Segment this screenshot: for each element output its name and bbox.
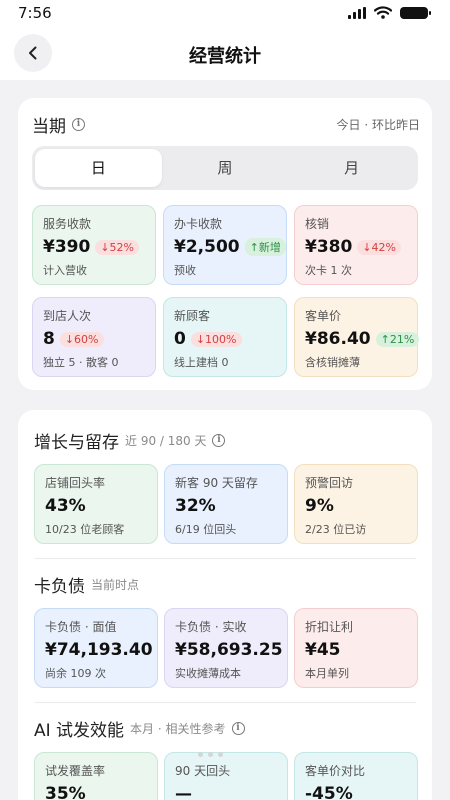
tab-week[interactable]: 周: [162, 149, 289, 187]
tile-return-rate[interactable]: 店铺回头率 43% 10/23 位老顾客: [34, 464, 158, 544]
tile-label: 预警回访: [305, 476, 354, 490]
current-section-header: 当期 i: [32, 112, 85, 137]
ai-section-sub: 本月 · 相关性参考: [130, 722, 226, 736]
tile-label: 试发覆盖率: [45, 764, 106, 778]
tile-new-retention[interactable]: 新客 90 天留存 32% 6/19 位回头: [164, 464, 288, 544]
info-icon[interactable]: i: [231, 722, 245, 735]
tile-note: 6/19 位回头: [175, 523, 237, 536]
signal-icon: [348, 6, 366, 19]
tile-value: —: [175, 784, 192, 800]
wifi-icon: [374, 6, 392, 19]
trend-badge: ↓42%: [357, 239, 401, 255]
trend-badge: ↑新增: [244, 238, 286, 256]
tile-label: 新客 90 天留存: [175, 476, 258, 490]
tile-label: 客单价对比: [305, 764, 366, 778]
debt-section-sub: 当前时点: [91, 578, 140, 592]
trend-badge: ↓100%: [190, 331, 242, 347]
scroll-indicator: [198, 752, 223, 757]
tile-value: ¥45: [305, 640, 341, 660]
tile-note: 本月单列: [305, 667, 349, 680]
tab-day[interactable]: 日: [35, 149, 162, 187]
tile-visits[interactable]: 到店人次 8 ↓60% 独立 5 · 散客 0: [32, 297, 156, 377]
tile-note: 实收摊薄成本: [175, 667, 241, 680]
battery-icon: [400, 6, 431, 19]
tile-note: 10/23 位老顾客: [45, 523, 125, 536]
tile-label: 服务收款: [43, 217, 92, 231]
tile-ai-coverage[interactable]: 试发覆盖率 35%: [34, 752, 158, 800]
tile-label: 新顾客: [174, 309, 211, 323]
ai-section-header: AI 试发效能 本月 · 相关性参考 i: [34, 716, 245, 741]
divider: [34, 702, 416, 703]
current-period-card: 当期 i 今日 · 环比昨日 日 周 月 服务收款 ¥390 ↓52% 计入营收 …: [18, 98, 432, 390]
tile-value: 43%: [45, 496, 86, 516]
tile-service-revenue[interactable]: 服务收款 ¥390 ↓52% 计入营收: [32, 205, 156, 285]
tile-redemption[interactable]: 核销 ¥380 ↓42% 次卡 1 次: [294, 205, 418, 285]
tile-discount[interactable]: 折扣让利 ¥45 本月单列: [294, 608, 418, 688]
tile-note: 尚余 109 次: [45, 667, 106, 680]
growth-section-header: 增长与留存 近 90 / 180 天 i: [34, 428, 226, 453]
tile-note: 线上建档 0: [174, 356, 229, 369]
tile-value: ¥390: [43, 237, 91, 257]
nav-bar: 经营统计: [0, 26, 450, 80]
tile-label: 卡负债 · 实收: [175, 620, 247, 634]
tile-value: ¥58,693.25: [175, 640, 283, 660]
debt-section-header: 卡负债 当前时点: [34, 572, 139, 597]
info-icon[interactable]: i: [72, 118, 85, 131]
tile-note: 计入营收: [43, 264, 87, 277]
tile-note: 含核销摊薄: [305, 356, 360, 369]
tile-value: -45%: [305, 784, 353, 800]
tile-value: ¥86.40: [305, 329, 371, 349]
status-bar: 7:56: [0, 0, 450, 26]
tile-value: ¥380: [305, 237, 353, 257]
tile-value: ¥74,193.40: [45, 640, 153, 660]
page-title: 经营统计: [189, 46, 261, 67]
divider: [34, 558, 416, 559]
tile-value: ¥2,500: [174, 237, 240, 257]
debt-section-title: 卡负债: [34, 577, 85, 597]
tile-value: 8: [43, 329, 55, 349]
tile-value: 32%: [175, 496, 216, 516]
tile-value: 0: [174, 329, 186, 349]
tile-debt-face[interactable]: 卡负债 · 面值 ¥74,193.40 尚余 109 次: [34, 608, 158, 688]
insights-card: 增长与留存 近 90 / 180 天 i 店铺回头率 43% 10/23 位老顾…: [18, 410, 432, 800]
status-icons: [348, 6, 431, 19]
tile-value: 35%: [45, 784, 86, 800]
tile-debt-paid[interactable]: 卡负债 · 实收 ¥58,693.25 实收摊薄成本: [164, 608, 288, 688]
tile-avg-ticket[interactable]: 客单价 ¥86.40 ↑21% 含核销摊薄: [294, 297, 420, 377]
period-tabs: 日 周 月: [32, 146, 418, 190]
tile-label: 到店人次: [43, 309, 92, 323]
tile-card-revenue[interactable]: 办卡收款 ¥2,500 ↑新增 预收: [163, 205, 287, 285]
tile-ai-ticket[interactable]: 客单价对比 -45%: [294, 752, 418, 800]
ai-section-title: AI 试发效能: [34, 721, 125, 741]
growth-section-sub: 近 90 / 180 天: [125, 434, 207, 448]
tile-note: 2/23 位已访: [305, 523, 367, 536]
tile-label: 办卡收款: [174, 217, 223, 231]
comparison-note: 今日 · 环比昨日: [336, 118, 420, 132]
tile-label: 店铺回头率: [45, 476, 106, 490]
tab-month[interactable]: 月: [288, 149, 415, 187]
tile-note: 次卡 1 次: [305, 264, 352, 277]
trend-badge: ↓60%: [59, 331, 104, 347]
tile-label: 90 天回头: [175, 764, 231, 778]
tile-value: 9%: [305, 496, 334, 516]
tile-ai-return[interactable]: 90 天回头 —: [164, 752, 288, 800]
tile-new-customers[interactable]: 新顾客 0 ↓100% 线上建档 0: [163, 297, 287, 377]
growth-section-title: 增长与留存: [34, 433, 119, 453]
trend-badge: ↓52%: [95, 239, 139, 255]
tile-label: 卡负债 · 面值: [45, 620, 117, 634]
current-section-title: 当期: [32, 117, 66, 137]
tile-note: 预收: [174, 264, 196, 277]
tile-alert-followup[interactable]: 预警回访 9% 2/23 位已访: [294, 464, 418, 544]
tile-note: 独立 5 · 散客 0: [43, 356, 119, 369]
trend-badge: ↑21%: [375, 331, 420, 347]
status-time: 7:56: [18, 4, 52, 22]
tile-label: 客单价: [305, 309, 342, 323]
tile-label: 折扣让利: [305, 620, 354, 634]
tile-label: 核销: [305, 217, 330, 231]
info-icon[interactable]: i: [212, 434, 226, 447]
